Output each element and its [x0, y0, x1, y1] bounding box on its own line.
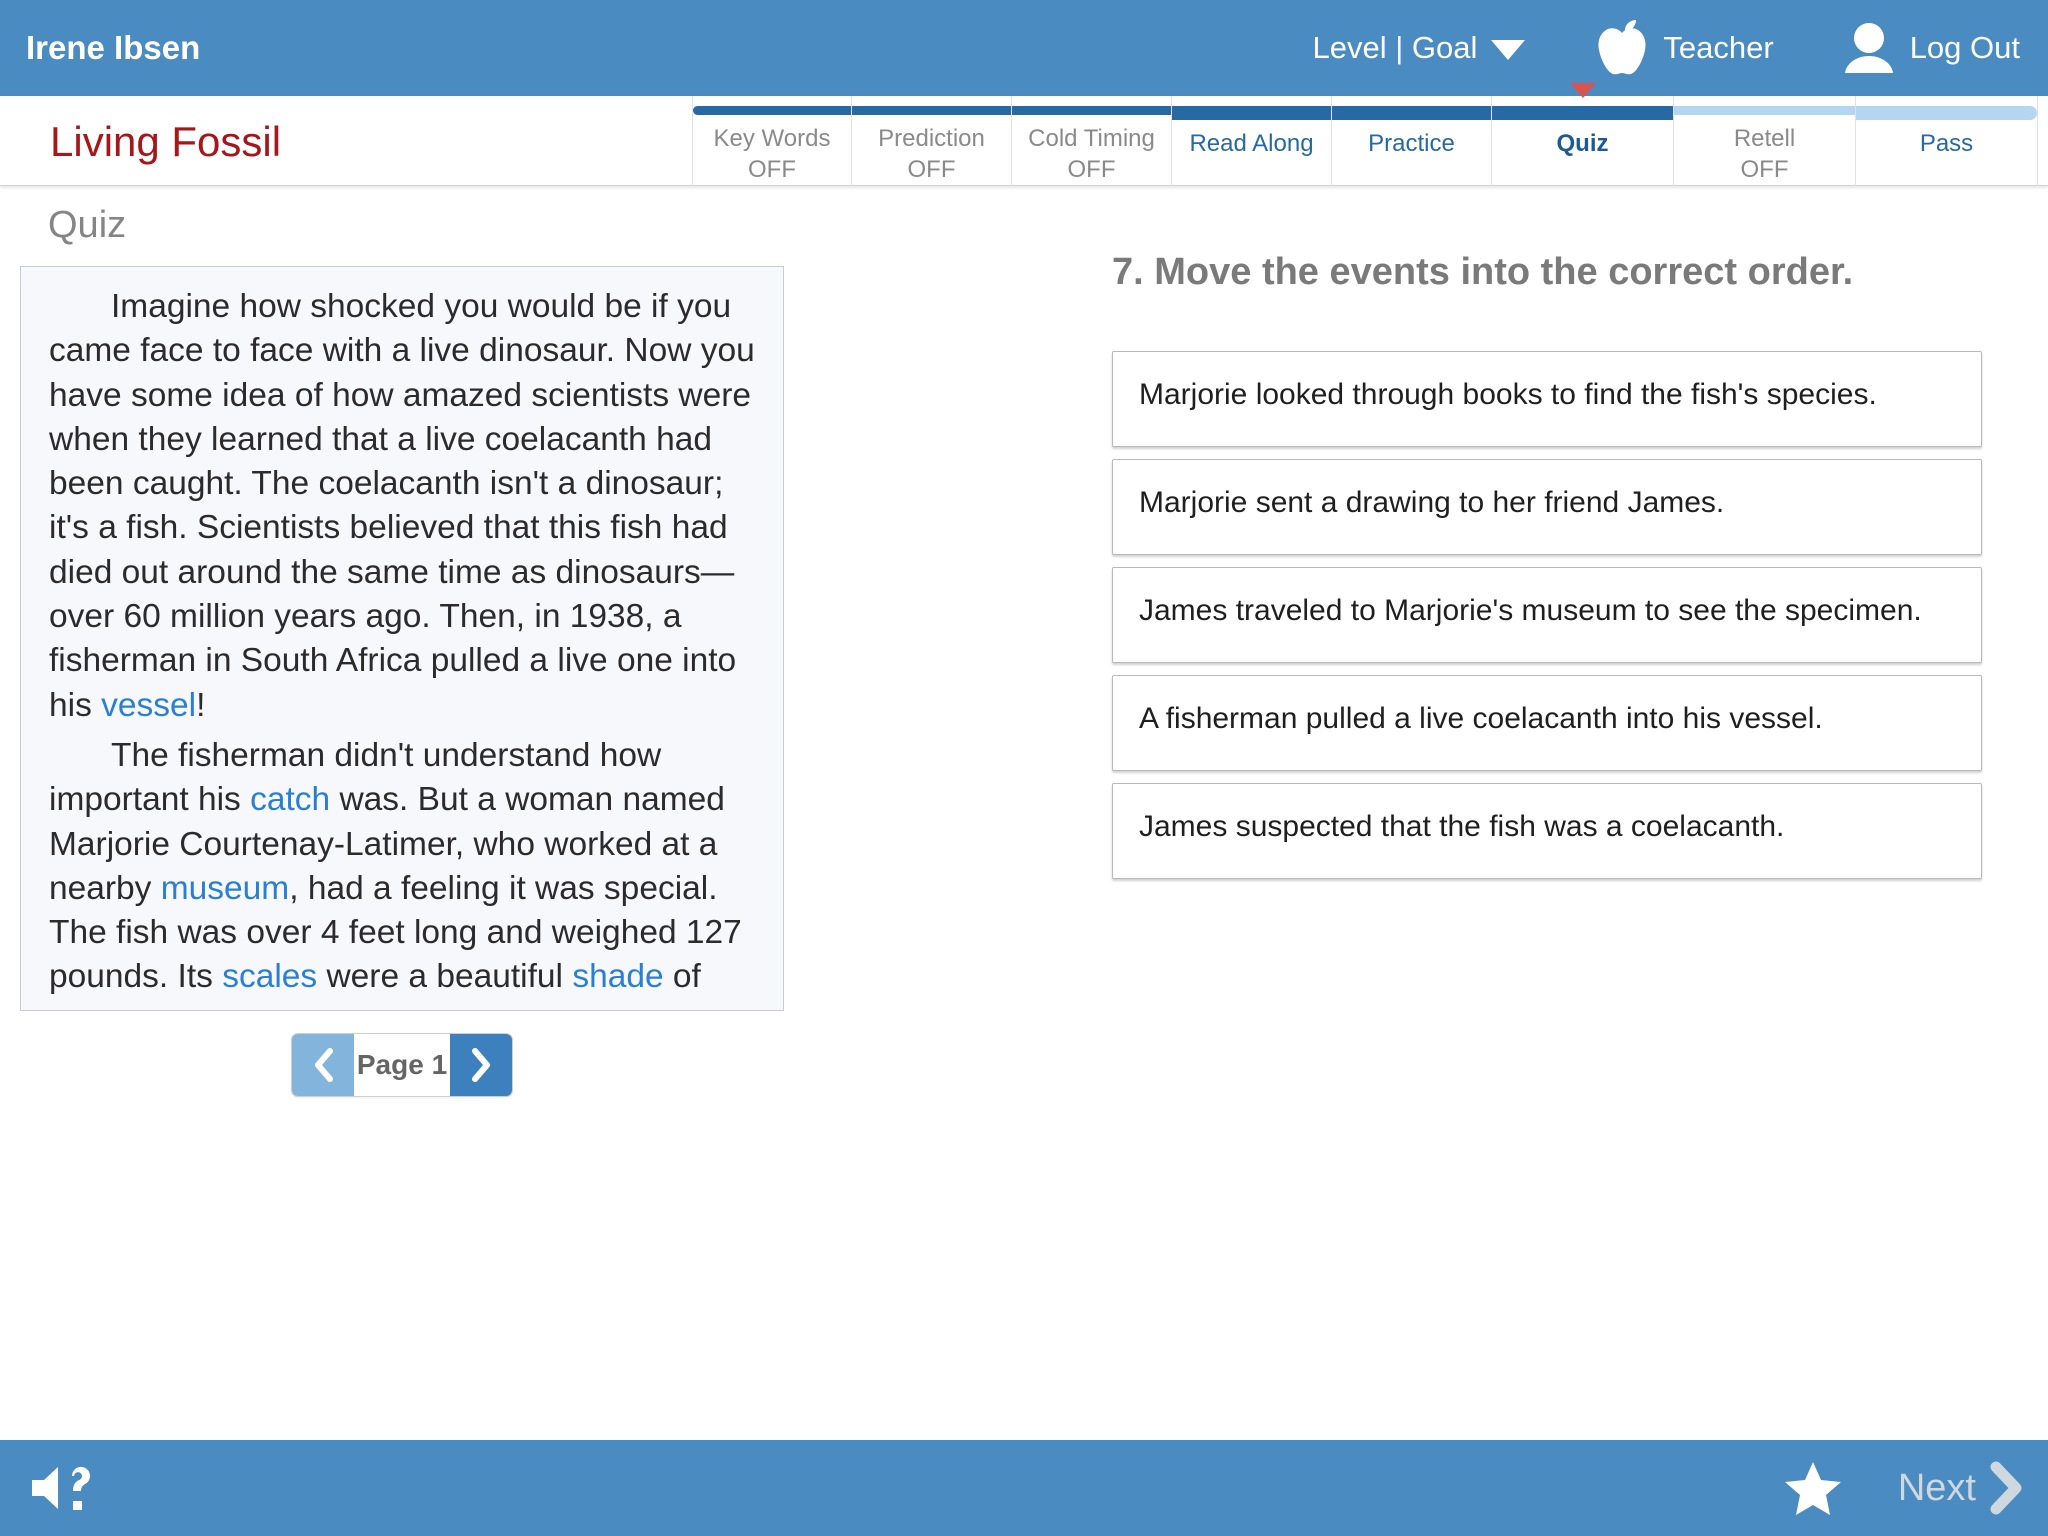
tab-status: OFF [748, 156, 796, 183]
tab-label: Pass [1919, 130, 1974, 157]
top-header-bar: Irene Ibsen Level | Goal Teacher Log Out [0, 0, 2048, 96]
event-list-item[interactable]: James traveled to Marjorie's museum to s… [1112, 567, 1982, 663]
keyword-catch[interactable]: catch [250, 781, 330, 818]
passage-column: Imagine how shocked you would be if you … [20, 266, 784, 1097]
bottom-toolbar: Next [0, 1440, 2048, 1536]
chevron-left-icon [315, 1048, 333, 1082]
tab-indicator-bar [1332, 106, 1491, 120]
tab-indicator-bar [1492, 106, 1673, 120]
passage-p2-part4: were a beautiful [317, 958, 573, 996]
tab-indicator-bar [693, 106, 851, 115]
tab-indicator-bar [1856, 106, 2037, 120]
header-actions: Level | Goal Teacher Log Out [1313, 0, 2048, 96]
keyword-shade[interactable]: shade [572, 958, 663, 995]
tab-label: Key Words [713, 125, 831, 152]
passage-p1-part1: Imagine how shocked you would be if you … [49, 288, 755, 724]
tab-read-along[interactable]: Read Along [1172, 96, 1332, 186]
previous-page-button[interactable] [292, 1034, 354, 1096]
page-title: Living Fossil [50, 118, 282, 165]
page-indicator: Page 1 [356, 1049, 448, 1080]
passage-text-box: Imagine how shocked you would be if you … [20, 266, 784, 1011]
tab-status: OFF [1067, 156, 1116, 183]
next-page-button[interactable] [450, 1034, 512, 1096]
tab-status: OFF [1740, 156, 1789, 183]
level-goal-label: Level | Goal [1312, 30, 1478, 65]
teacher-label: Teacher [1663, 30, 1774, 65]
tab-key-words[interactable]: Key Words OFF [692, 96, 852, 186]
chevron-right-icon [472, 1048, 490, 1082]
event-list-item[interactable]: Marjorie sent a drawing to her friend Ja… [1112, 459, 1982, 555]
logout-button[interactable]: Log Out [1840, 19, 2020, 77]
tab-label: Practice [1368, 130, 1455, 157]
keyword-scales[interactable]: scales [222, 958, 317, 995]
tab-label: Retell [1733, 125, 1796, 152]
tab-prediction[interactable]: Prediction OFF [852, 96, 1012, 186]
main-content: Quiz Imagine how shocked you would be if… [0, 186, 2048, 1440]
passage-paragraph-1: Imagine how shocked you would be if you … [49, 285, 755, 728]
tab-pass[interactable]: Pass [1856, 96, 2038, 186]
tab-label: Quiz [1556, 130, 1609, 157]
level-goal-dropdown[interactable]: Level | Goal [1313, 30, 1526, 66]
user-avatar-icon [1844, 23, 1893, 73]
question-prompt: 7. Move the events into the correct orde… [1112, 251, 1854, 293]
star-icon[interactable] [1784, 1460, 1842, 1516]
passage-p2-part5: of [663, 958, 701, 996]
event-list-item[interactable]: Marjorie looked through books to find th… [1112, 351, 1982, 447]
keyword-vessel[interactable]: vessel [101, 687, 196, 724]
student-name: Irene Ibsen [26, 29, 201, 66]
tab-indicator-bar [1172, 106, 1331, 120]
help-audio-button[interactable] [28, 1460, 100, 1516]
chevron-right-icon [1990, 1461, 2022, 1515]
question-panel: 7. Move the events into the correct orde… [1112, 241, 1982, 879]
speaker-question-icon [32, 1466, 90, 1510]
chevron-down-icon [1491, 40, 1526, 60]
tab-retell[interactable]: Retell OFF [1674, 96, 1856, 186]
tab-indicator-bar [1674, 106, 1855, 115]
tab-status: OFF [907, 156, 956, 183]
tab-indicator-bar [1012, 106, 1171, 115]
activity-tab-strip: Key Words OFF Prediction OFF Cold Timing… [692, 83, 2038, 186]
tab-label: Read Along [1189, 130, 1314, 157]
event-list-item[interactable]: James suspected that the fish was a coel… [1112, 783, 1982, 879]
event-order-list: Marjorie looked through books to find th… [1112, 351, 1982, 879]
event-list-item[interactable]: A fisherman pulled a live coelacanth int… [1112, 675, 1982, 771]
tab-indicator-bar [852, 106, 1011, 115]
tab-label: Cold Timing [1028, 125, 1155, 152]
tab-label: Prediction [878, 125, 985, 152]
next-button[interactable]: Next [1898, 1461, 2026, 1515]
logout-label: Log Out [1909, 30, 2020, 65]
app-root: Irene Ibsen Level | Goal Teacher Log Out [0, 0, 2048, 1536]
section-title: Quiz [48, 204, 127, 246]
teacher-button[interactable]: Teacher [1595, 19, 1774, 77]
passage-p1-part2: ! [196, 686, 206, 724]
bottom-actions: Next [1784, 1460, 2048, 1516]
apple-icon [1598, 20, 1646, 75]
tab-quiz[interactable]: Quiz [1492, 83, 1674, 186]
tab-practice[interactable]: Practice [1332, 96, 1492, 186]
page-navigation: Page 1 [291, 1033, 513, 1097]
current-activity-marker-icon [1569, 83, 1596, 98]
passage-paragraph-2: The fisherman didn't understand how impo… [49, 734, 755, 1000]
tab-cold-timing[interactable]: Cold Timing OFF [1012, 96, 1172, 186]
keyword-museum[interactable]: museum [161, 870, 289, 907]
next-label: Next [1897, 1466, 1976, 1509]
navigation-row: Living Fossil Key Words OFF Prediction O… [0, 83, 2048, 186]
